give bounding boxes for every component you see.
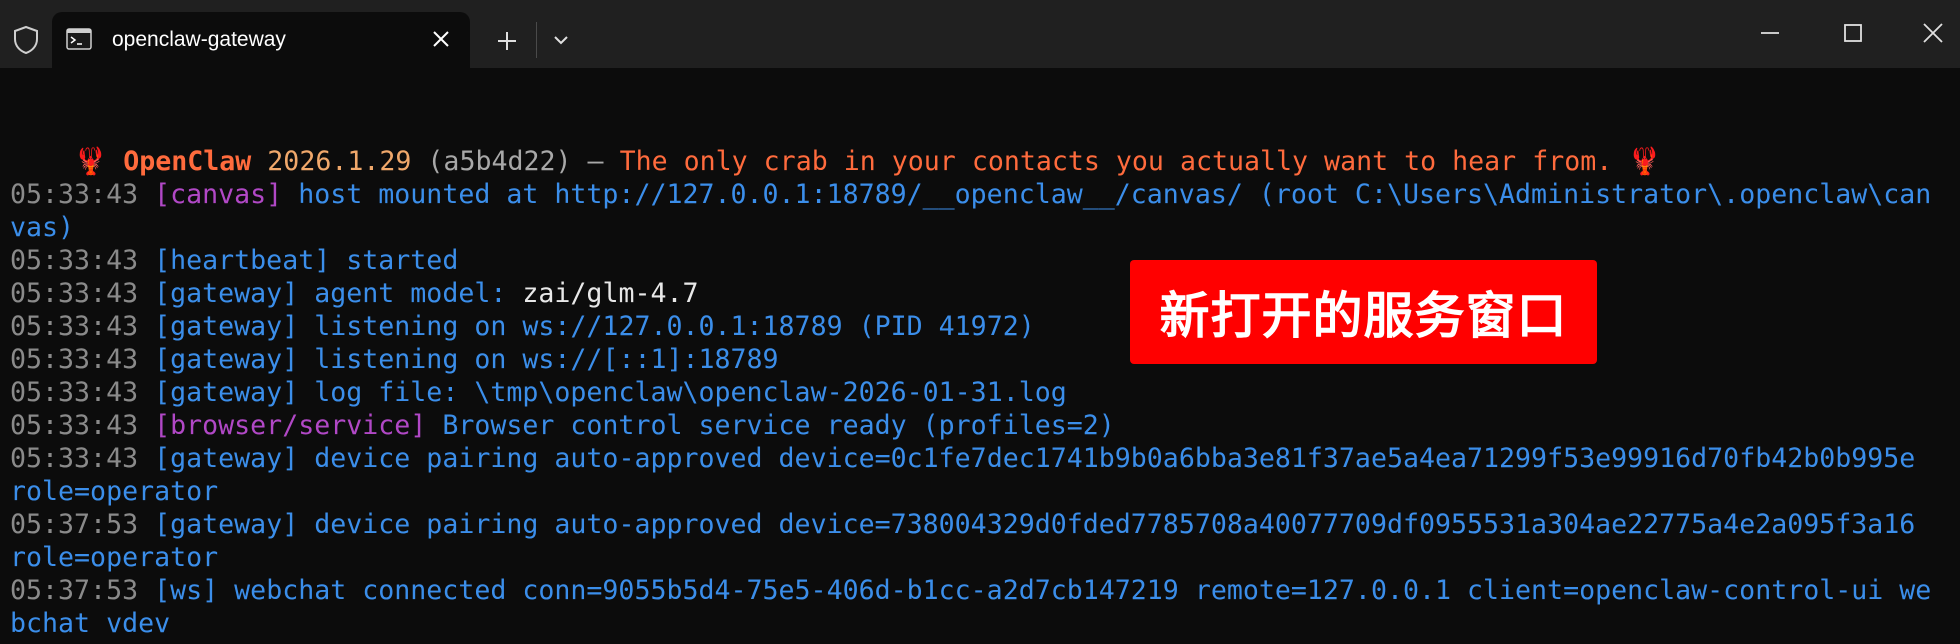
chevron-down-icon[interactable] (550, 32, 572, 48)
title-bar: openclaw-gateway (0, 0, 1960, 68)
tab-divider (536, 22, 537, 58)
crab-icon: 🦞 (1628, 146, 1662, 177)
minimize-icon[interactable] (1757, 20, 1783, 46)
crab-icon: 🦞 (74, 146, 108, 177)
log-line: 05:33:43 [gateway] agent model: zai/glm-… (10, 278, 699, 309)
log-line-continuation: role=operator (10, 542, 219, 573)
tab-title: openclaw-gateway (112, 28, 286, 51)
shield-icon[interactable] (10, 24, 42, 56)
terminal-icon (66, 28, 92, 50)
plus-icon[interactable] (494, 28, 520, 54)
log-line: 05:33:43 [gateway] device pairing auto-a… (10, 443, 1916, 474)
log-line: 05:37:53 [gateway] device pairing auto-a… (10, 509, 1916, 540)
close-window-icon[interactable] (1920, 20, 1946, 46)
log-line: 05:37:53 [ws] webchat connected conn=905… (10, 575, 1932, 606)
close-icon[interactable] (430, 28, 452, 50)
annotation-label: 新打开的服务窗口 (1130, 260, 1597, 364)
log-line: 05:33:43 [canvas] host mounted at http:/… (10, 179, 1932, 210)
banner-line: 🦞 OpenClaw 2026.1.29 (a5b4d22) — The onl… (74, 146, 1662, 177)
log-line: 05:33:43 [gateway] listening on ws://127… (10, 311, 1035, 342)
tab-openclaw-gateway[interactable]: openclaw-gateway (52, 12, 470, 68)
log-line: 05:33:43 [gateway] listening on ws://[::… (10, 344, 779, 375)
maximize-icon[interactable] (1840, 20, 1866, 46)
log-line-continuation: bchat vdev (10, 608, 171, 639)
log-line-continuation: role=operator (10, 476, 219, 507)
log-line-continuation: vas) (10, 212, 75, 243)
log-line: 05:33:43 [gateway] log file: \tmp\opencl… (10, 377, 1067, 408)
log-line: 05:33:43 [heartbeat] started (10, 245, 459, 276)
log-line: 05:33:43 [browser/service] Browser contr… (10, 410, 1115, 441)
